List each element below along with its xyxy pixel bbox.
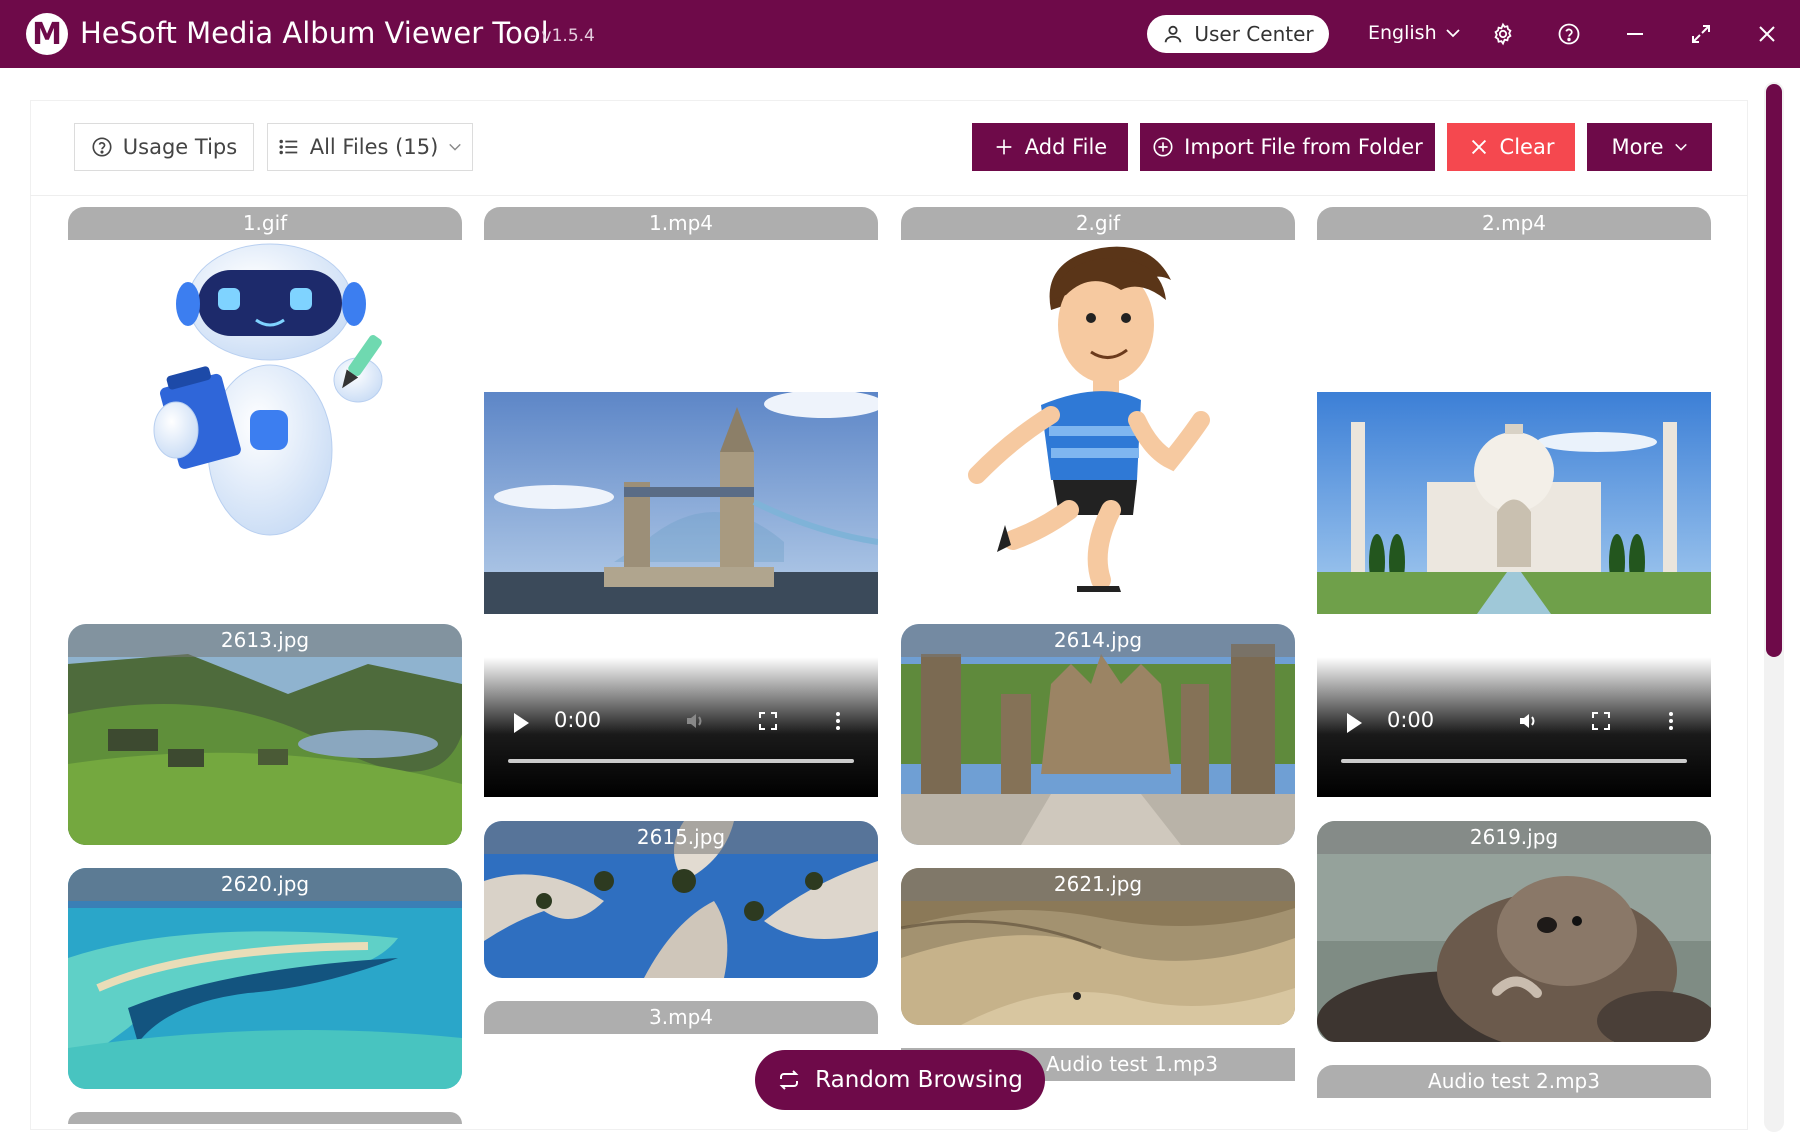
video-time: 0:00 bbox=[554, 708, 602, 732]
video-progress-track[interactable] bbox=[1341, 759, 1687, 763]
app-title: HeSoft Media Album Viewer Tool bbox=[80, 16, 549, 50]
file-name-label: 2614.jpg bbox=[901, 624, 1295, 657]
app-version: - v1.5.4 bbox=[530, 26, 595, 46]
video-controls[interactable]: 0:00 bbox=[1317, 657, 1711, 797]
file-name-label: 2621.jpg bbox=[901, 868, 1295, 901]
scrollbar-thumb[interactable] bbox=[1766, 84, 1782, 657]
file-name-label: 2.gif bbox=[901, 207, 1295, 240]
minimize-icon bbox=[1627, 33, 1643, 35]
plus-circle-icon bbox=[1153, 137, 1173, 157]
plus-icon bbox=[996, 139, 1012, 155]
fullscreen-icon[interactable] bbox=[756, 709, 780, 733]
media-card-2-mp4[interactable]: 2.mp4 0:00 bbox=[1317, 207, 1711, 797]
otter-image bbox=[1317, 821, 1711, 1042]
media-card-2613-jpg[interactable]: 2613.jpg bbox=[68, 624, 462, 845]
expand-icon bbox=[1692, 25, 1710, 43]
maximize-button[interactable] bbox=[1687, 20, 1715, 48]
help-icon bbox=[92, 137, 112, 157]
taj-mahal-image bbox=[1317, 392, 1711, 614]
import-folder-button[interactable]: Import File from Folder bbox=[1140, 123, 1435, 171]
media-card-2614-jpg[interactable]: 2614.jpg bbox=[901, 624, 1295, 845]
settings-button[interactable] bbox=[1489, 20, 1517, 48]
media-card-partial[interactable] bbox=[68, 1112, 462, 1124]
title-bar: M HeSoft Media Album Viewer Tool - v1.5.… bbox=[0, 0, 1800, 68]
help-icon bbox=[1558, 23, 1580, 45]
close-icon bbox=[1759, 26, 1775, 42]
toolbar-divider bbox=[30, 195, 1748, 196]
reef-image bbox=[68, 868, 462, 1089]
file-name-label: Audio test 2.mp3 bbox=[1317, 1065, 1711, 1098]
video-time: 0:00 bbox=[1387, 708, 1435, 732]
help-button[interactable] bbox=[1555, 20, 1583, 48]
file-name-label: 1.mp4 bbox=[484, 207, 878, 240]
video-progress-track[interactable] bbox=[508, 759, 854, 763]
app-window: M HeSoft Media Album Viewer Tool - v1.5.… bbox=[0, 0, 1800, 1140]
temple-ruins-image bbox=[901, 624, 1295, 845]
gear-icon bbox=[1494, 22, 1512, 46]
random-browsing-label: Random Browsing bbox=[815, 1067, 1023, 1093]
chevron-down-icon bbox=[1674, 143, 1687, 151]
user-center-label: User Center bbox=[1194, 22, 1314, 46]
file-name-label: 3.mp4 bbox=[484, 1001, 878, 1034]
more-vertical-icon[interactable] bbox=[826, 709, 850, 733]
usage-tips-button[interactable]: Usage Tips bbox=[74, 123, 254, 171]
repeat-icon bbox=[779, 1070, 799, 1090]
more-vertical-icon[interactable] bbox=[1659, 709, 1683, 733]
usage-tips-label: Usage Tips bbox=[122, 135, 238, 159]
file-name-label: 2615.jpg bbox=[484, 821, 878, 854]
file-name-label-partial bbox=[68, 1112, 462, 1124]
all-files-label: All Files (15) bbox=[309, 135, 439, 159]
language-select[interactable]: English bbox=[1368, 22, 1461, 44]
list-icon bbox=[279, 139, 297, 155]
media-card-2621-jpg[interactable]: 2621.jpg bbox=[901, 868, 1295, 1025]
file-name-label: 2613.jpg bbox=[68, 624, 462, 657]
add-file-button[interactable]: Add File bbox=[972, 123, 1128, 171]
all-files-select[interactable]: All Files (15) bbox=[267, 123, 473, 171]
random-browsing-button[interactable]: Random Browsing bbox=[755, 1050, 1045, 1110]
close-icon bbox=[1471, 139, 1486, 155]
play-icon[interactable] bbox=[514, 713, 529, 733]
more-label: More bbox=[1611, 135, 1664, 159]
app-logo: M bbox=[26, 13, 68, 55]
user-icon bbox=[1165, 25, 1182, 43]
media-card-2-gif[interactable]: 2.gif bbox=[901, 207, 1295, 602]
clear-button[interactable]: Clear bbox=[1447, 123, 1575, 171]
chevron-down-icon bbox=[449, 143, 462, 151]
media-card-2620-jpg[interactable]: 2620.jpg bbox=[68, 868, 462, 1089]
user-center-button[interactable]: User Center bbox=[1147, 15, 1329, 53]
file-name-label: 2.mp4 bbox=[1317, 207, 1711, 240]
volume-icon[interactable] bbox=[684, 709, 708, 733]
add-file-label: Add File bbox=[1024, 135, 1108, 159]
language-label: English bbox=[1368, 22, 1437, 44]
volume-icon[interactable] bbox=[1517, 709, 1541, 733]
tower-bridge-image bbox=[484, 392, 878, 614]
landscape-image bbox=[68, 624, 462, 845]
minimize-button[interactable] bbox=[1621, 20, 1649, 48]
robot-image bbox=[153, 243, 383, 536]
media-card-1-gif[interactable]: 1.gif bbox=[68, 207, 462, 557]
running-boy-image bbox=[968, 246, 1210, 592]
play-icon[interactable] bbox=[1347, 713, 1362, 733]
file-name-label: 2620.jpg bbox=[68, 868, 462, 901]
more-button[interactable]: More bbox=[1587, 123, 1712, 171]
close-button[interactable] bbox=[1753, 20, 1781, 48]
clear-label: Clear bbox=[1499, 135, 1555, 159]
media-card-1-mp4[interactable]: 1.mp4 0:00 bbox=[484, 207, 878, 797]
media-card-2615-jpg[interactable]: 2615.jpg bbox=[484, 821, 878, 978]
media-card-2619-jpg[interactable]: 2619.jpg bbox=[1317, 821, 1711, 1042]
media-card-audio-test-2[interactable]: Audio test 2.mp3 bbox=[1317, 1065, 1711, 1099]
import-folder-label: Import File from Folder bbox=[1184, 135, 1423, 159]
video-controls[interactable]: 0:00 bbox=[484, 657, 878, 797]
chevron-down-icon bbox=[1445, 29, 1460, 38]
file-name-label: 1.gif bbox=[68, 207, 462, 240]
file-name-label: 2619.jpg bbox=[1317, 821, 1711, 854]
fullscreen-icon[interactable] bbox=[1589, 709, 1613, 733]
